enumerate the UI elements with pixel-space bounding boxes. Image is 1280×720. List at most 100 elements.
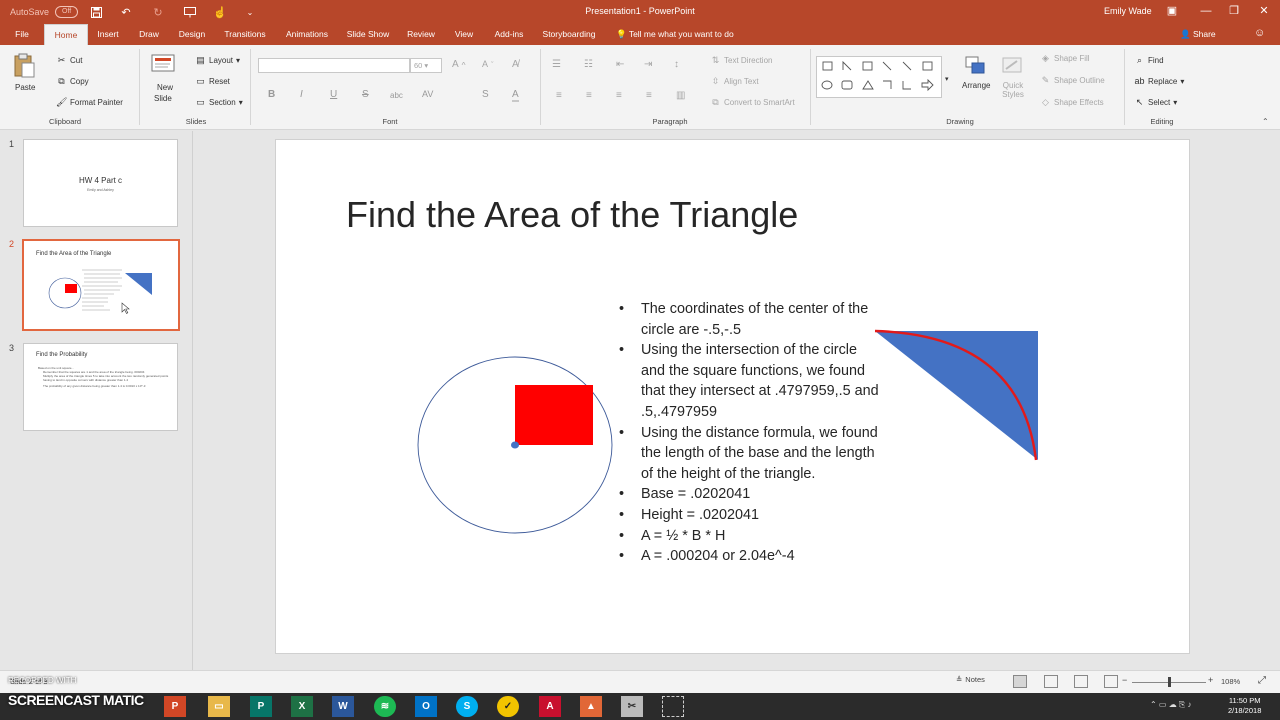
slide-sorter-icon[interactable] xyxy=(1044,675,1058,688)
italic-button[interactable]: I xyxy=(300,89,303,100)
zoom-out-icon[interactable]: − xyxy=(1122,675,1127,685)
underline-button[interactable]: U xyxy=(330,89,337,100)
reading-view-icon[interactable] xyxy=(1074,675,1088,688)
powerpoint-taskbar-icon[interactable]: P xyxy=(164,696,186,717)
new-slide-label-2[interactable]: Slide xyxy=(154,94,172,103)
columns-icon[interactable]: ▥ xyxy=(676,90,685,101)
acrobat-taskbar-icon[interactable]: A xyxy=(539,696,561,717)
align-text-button[interactable]: ⇳ Align Text xyxy=(710,76,759,87)
tab-storyboarding[interactable]: Storyboarding xyxy=(540,24,598,45)
align-center-icon[interactable]: ≡ xyxy=(586,90,592,101)
save-icon[interactable] xyxy=(86,0,106,24)
fit-to-window-icon[interactable]: ⤢ xyxy=(1258,675,1266,686)
minimize-icon[interactable]: — xyxy=(1194,0,1218,24)
close-icon[interactable]: ✕ xyxy=(1252,0,1276,24)
replace-button[interactable]: ab Replace ▾ xyxy=(1134,76,1184,87)
slide-thumbnail-1[interactable]: HW 4 Part c Emily and Ashley xyxy=(23,139,178,227)
layout-button[interactable]: ▤ Layout ▾ xyxy=(195,55,240,66)
tab-slide-show[interactable]: Slide Show xyxy=(344,24,392,45)
zoom-slider-thumb[interactable] xyxy=(1168,677,1171,687)
tab-home[interactable]: Home xyxy=(44,24,88,45)
font-size-dropdown[interactable]: 60 ▾ xyxy=(410,58,442,73)
norton-taskbar-icon[interactable]: ✓ xyxy=(497,696,519,717)
slideshow-view-icon[interactable] xyxy=(1104,675,1118,688)
customize-qat-icon[interactable]: ⌄ xyxy=(240,0,260,24)
center-point-shape[interactable] xyxy=(511,441,519,449)
format-painter-button[interactable]: 🖌 Format Painter xyxy=(56,97,123,108)
tab-add-ins[interactable]: Add-ins xyxy=(490,24,528,45)
shadow-icon[interactable]: S xyxy=(482,89,489,100)
numbering-icon[interactable]: ☷ xyxy=(584,59,593,70)
convert-smartart-button[interactable]: ⧉ Convert to SmartArt xyxy=(710,97,794,108)
decrease-font-icon[interactable]: Aˇ xyxy=(482,59,494,69)
ribbon-display-options-icon[interactable]: ▣ xyxy=(1160,0,1184,24)
user-name[interactable]: Emily Wade xyxy=(1104,0,1152,24)
character-spacing-button[interactable]: abc xyxy=(390,91,403,100)
clear-formatting-icon[interactable]: A̸ xyxy=(512,59,519,70)
shape-effects-button[interactable]: ◇ Shape Effects xyxy=(1040,97,1104,108)
quick-styles-button[interactable]: Quick Styles xyxy=(1000,81,1026,99)
bullet-list[interactable]: The coordinates of the center of the cir… xyxy=(619,299,881,567)
system-tray-icons[interactable]: ⌃ ▭ ☁ ⎘ ♪ xyxy=(1150,700,1192,710)
slide-thumbnail-3[interactable]: Find the Probability Based on the unit s… xyxy=(23,343,178,431)
skype-taskbar-icon[interactable]: S xyxy=(456,696,478,717)
feedback-smiley-icon[interactable]: ☺ xyxy=(1254,27,1265,39)
project-taskbar-icon[interactable]: P xyxy=(250,696,272,717)
notes-button[interactable]: ≜ Notes xyxy=(956,675,985,684)
copy-button[interactable]: ⧉ Copy xyxy=(56,76,88,87)
increase-font-icon[interactable]: A ^ xyxy=(452,59,466,70)
new-slide-icon[interactable] xyxy=(150,51,178,81)
text-direction-button[interactable]: ⇅ Text Direction xyxy=(710,55,773,66)
justify-icon[interactable]: ≡ xyxy=(646,90,652,101)
tab-design[interactable]: Design xyxy=(174,24,210,45)
find-button[interactable]: ⌕ Find xyxy=(1134,55,1164,66)
reset-button[interactable]: ▭ Reset xyxy=(195,76,230,87)
redo-icon[interactable]: ↻ xyxy=(148,0,168,24)
tab-file[interactable]: File xyxy=(8,24,36,45)
slide-canvas[interactable]: Find the Area of the Triangle The coordi… xyxy=(275,139,1190,654)
autosave-group[interactable]: AutoSave Off xyxy=(10,0,79,24)
paste-button[interactable]: Paste xyxy=(15,83,35,92)
bold-button[interactable]: B xyxy=(268,89,275,100)
word-taskbar-icon[interactable]: W xyxy=(332,696,354,717)
outlook-taskbar-icon[interactable]: O xyxy=(415,696,437,717)
decrease-indent-icon[interactable]: ⇤ xyxy=(616,59,624,70)
tab-view[interactable]: View xyxy=(450,24,478,45)
arrange-button[interactable]: Arrange xyxy=(962,81,990,90)
shapes-more-icon[interactable]: ▾ xyxy=(945,75,949,83)
start-slideshow-icon[interactable] xyxy=(180,0,200,24)
restore-icon[interactable]: ❐ xyxy=(1222,0,1246,24)
screen-capture-taskbar-icon[interactable] xyxy=(662,696,684,717)
shape-outline-button[interactable]: ✎ Shape Outline xyxy=(1040,75,1105,86)
slide-thumbnail-2[interactable]: Find the Area of the Triangle xyxy=(22,239,180,331)
font-name-dropdown[interactable] xyxy=(258,58,410,73)
taskbar-clock[interactable]: 11:50 PM 2/18/2018 xyxy=(1228,696,1261,716)
align-right-icon[interactable]: ≡ xyxy=(616,90,622,101)
font-color-button[interactable]: A xyxy=(512,89,519,102)
tab-insert[interactable]: Insert xyxy=(92,24,124,45)
align-left-icon[interactable]: ≡ xyxy=(556,90,562,101)
excel-taskbar-icon[interactable]: X xyxy=(291,696,313,717)
autosave-toggle[interactable]: Off xyxy=(55,6,79,18)
tell-me-search[interactable]: 💡 Tell me what you want to do xyxy=(616,24,734,45)
snipping-tool-taskbar-icon[interactable]: ✂ xyxy=(621,696,643,717)
tab-transitions[interactable]: Transitions xyxy=(220,24,270,45)
section-button[interactable]: ▭ Section ▾ xyxy=(195,97,242,108)
increase-indent-icon[interactable]: ⇥ xyxy=(644,59,652,70)
zoom-level[interactable]: 108% xyxy=(1221,677,1240,686)
square-shape[interactable] xyxy=(515,385,593,445)
cut-button[interactable]: ✂ Cut xyxy=(56,55,83,66)
zoom-in-icon[interactable]: + xyxy=(1208,675,1213,685)
collapse-ribbon-icon[interactable]: ⌃ xyxy=(1262,117,1269,126)
spotify-taskbar-icon[interactable]: ≋ xyxy=(374,696,396,717)
normal-view-icon[interactable] xyxy=(1013,675,1027,688)
shape-fill-button[interactable]: ◈ Shape Fill xyxy=(1040,53,1090,64)
file-explorer-taskbar-icon[interactable]: ▭ xyxy=(208,696,230,717)
shapes-gallery[interactable] xyxy=(816,56,942,98)
share-button[interactable]: 👤 Share xyxy=(1180,24,1216,45)
matlab-taskbar-icon[interactable]: ▲ xyxy=(580,696,602,717)
bullets-icon[interactable]: ☰ xyxy=(552,59,561,70)
new-slide-label[interactable]: New xyxy=(157,83,173,92)
change-case-button[interactable]: AV xyxy=(422,89,433,99)
undo-icon[interactable]: ↶ xyxy=(116,0,136,24)
